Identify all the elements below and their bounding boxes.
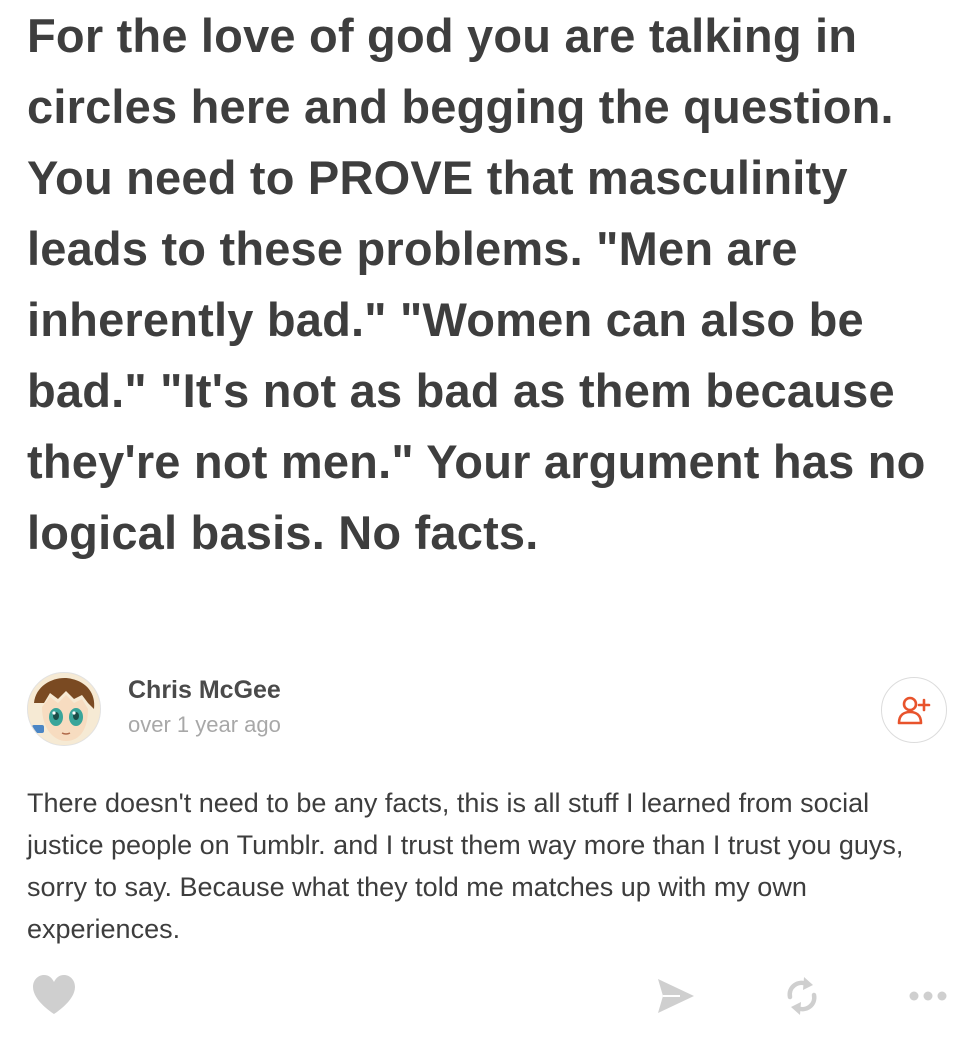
- comment-author-name[interactable]: Chris McGee: [128, 676, 281, 705]
- repost-button[interactable]: [780, 970, 824, 1022]
- more-button[interactable]: [906, 970, 950, 1022]
- more-dots-icon: [909, 991, 947, 1001]
- avatar-image: [28, 673, 100, 745]
- send-icon: [658, 979, 694, 1013]
- comment-body: There doesn't need to be any facts, this…: [27, 788, 904, 944]
- like-button[interactable]: [30, 970, 78, 1020]
- follow-button[interactable]: [881, 677, 947, 743]
- quoted-post-text: For the love of god you are talking in c…: [27, 9, 926, 559]
- comment-timestamp: over 1 year ago: [128, 712, 281, 737]
- avatar[interactable]: [27, 672, 101, 746]
- share-button[interactable]: [654, 970, 698, 1022]
- comment-author-row: Chris McGee over 1 year ago: [27, 672, 947, 748]
- repost-icon: [787, 977, 817, 1015]
- heart-icon: [33, 975, 75, 1014]
- action-bar: [0, 970, 975, 1025]
- add-user-icon: [897, 696, 931, 725]
